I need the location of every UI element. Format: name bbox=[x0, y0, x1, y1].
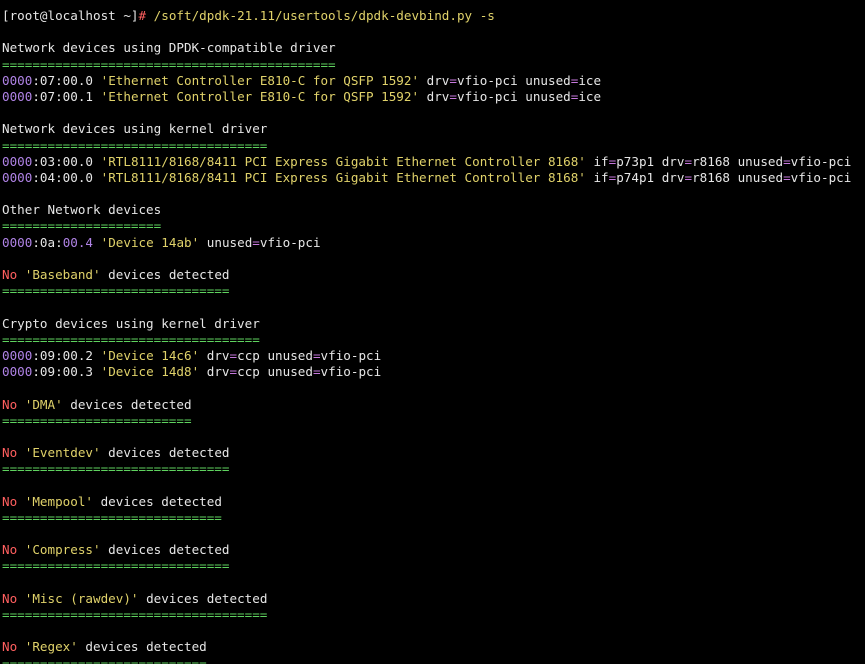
separator-mempool: ============================= bbox=[2, 509, 222, 525]
device-row: 0000:09:00.2 'Device 14c6' drv=ccp unuse… bbox=[2, 347, 382, 363]
no-devices-misc: No 'Misc (rawdev)' devices detected bbox=[2, 590, 268, 606]
no-devices-mempool: No 'Mempool' devices detected bbox=[2, 493, 222, 509]
no-devices-baseband: No 'Baseband' devices detected bbox=[2, 267, 230, 282]
no-devices-eventdev: No 'Eventdev' devices detected bbox=[2, 445, 230, 461]
separator-eventdev: ============================== bbox=[2, 461, 230, 477]
command-text: /soft/dpdk-21.11/usertools/dpdk-devbind.… bbox=[146, 8, 495, 23]
section-title-other: Other Network devices bbox=[2, 202, 162, 218]
section-title-dpdk: Network devices using DPDK-compatible dr… bbox=[2, 40, 336, 56]
device-row: 0000:07:00.1 'Ethernet Controller E810-C… bbox=[2, 88, 602, 104]
section-title-crypto: Crypto devices using kernel driver bbox=[2, 315, 260, 331]
no-devices-regex: No 'Regex' devices detected bbox=[2, 639, 207, 655]
separator-dma: ========================= bbox=[2, 412, 192, 428]
device-row: 0000:07:00.0 'Ethernet Controller E810-C… bbox=[2, 72, 602, 88]
device-row: 0000:0a:00.4 'Device 14ab' unused=vfio-p… bbox=[2, 234, 321, 250]
separator-other: ===================== bbox=[2, 218, 162, 234]
terminal-window[interactable]: [root@localhost ~] [root@localhost ~]# /… bbox=[0, 0, 865, 664]
separator-kernel: =================================== bbox=[2, 137, 268, 153]
separator-baseband: ============================== bbox=[2, 283, 230, 299]
separator-compress: ============================== bbox=[2, 558, 230, 574]
prompt-user-host: [root@localhost ~] bbox=[2, 8, 139, 23]
section-title-kernel: Network devices using kernel driver bbox=[2, 121, 268, 137]
command-prompt-line: [root@localhost ~]# /soft/dpdk-21.11/use… bbox=[2, 8, 865, 24]
no-devices-compress: No 'Compress' devices detected bbox=[2, 542, 230, 558]
separator-crypto: ================================== bbox=[2, 331, 260, 347]
prompt-hash: # bbox=[138, 8, 147, 23]
separator-dpdk: ========================================… bbox=[2, 56, 336, 72]
no-devices-dma: No 'DMA' devices detected bbox=[2, 396, 192, 412]
device-row: 0000:04:00.0 'RTL8111/8168/8411 PCI Expr… bbox=[2, 169, 852, 185]
device-row: 0000:03:00.0 'RTL8111/8168/8411 PCI Expr… bbox=[2, 153, 852, 169]
device-row: 0000:09:00.3 'Device 14d8' drv=ccp unuse… bbox=[2, 364, 382, 380]
separator-misc: =================================== bbox=[2, 606, 268, 622]
separator-regex: =========================== bbox=[2, 655, 207, 664]
